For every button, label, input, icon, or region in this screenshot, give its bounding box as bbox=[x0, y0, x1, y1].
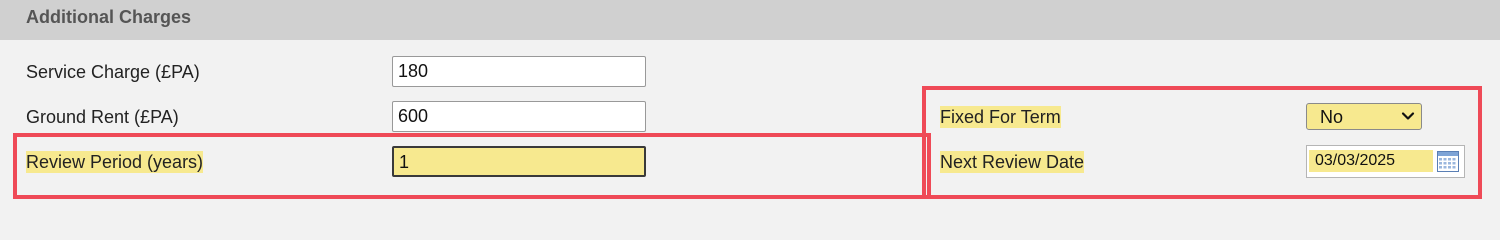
section-header: Additional Charges bbox=[0, 0, 1500, 40]
service-charge-input[interactable]: 180 bbox=[392, 56, 646, 87]
fixed-for-term-select[interactable]: No bbox=[1306, 103, 1422, 130]
fixed-for-term-value: No bbox=[1320, 107, 1344, 127]
review-period-input[interactable]: 1 bbox=[392, 146, 646, 177]
next-review-date-field[interactable]: 03/03/2025 bbox=[1306, 145, 1465, 178]
service-charge-label: Service Charge (£PA) bbox=[26, 62, 200, 82]
section-title: Additional Charges bbox=[26, 7, 192, 27]
next-review-date-label: Next Review Date bbox=[940, 151, 1085, 173]
review-period-label: Review Period (years) bbox=[26, 151, 204, 173]
fixed-for-term-label: Fixed For Term bbox=[940, 106, 1061, 128]
ground-rent-label: Ground Rent (£PA) bbox=[26, 107, 179, 127]
ground-rent-input[interactable]: 600 bbox=[392, 101, 646, 132]
chevron-down-icon bbox=[1401, 112, 1415, 120]
calendar-icon[interactable] bbox=[1437, 151, 1459, 172]
next-review-date-input[interactable]: 03/03/2025 bbox=[1309, 150, 1433, 172]
